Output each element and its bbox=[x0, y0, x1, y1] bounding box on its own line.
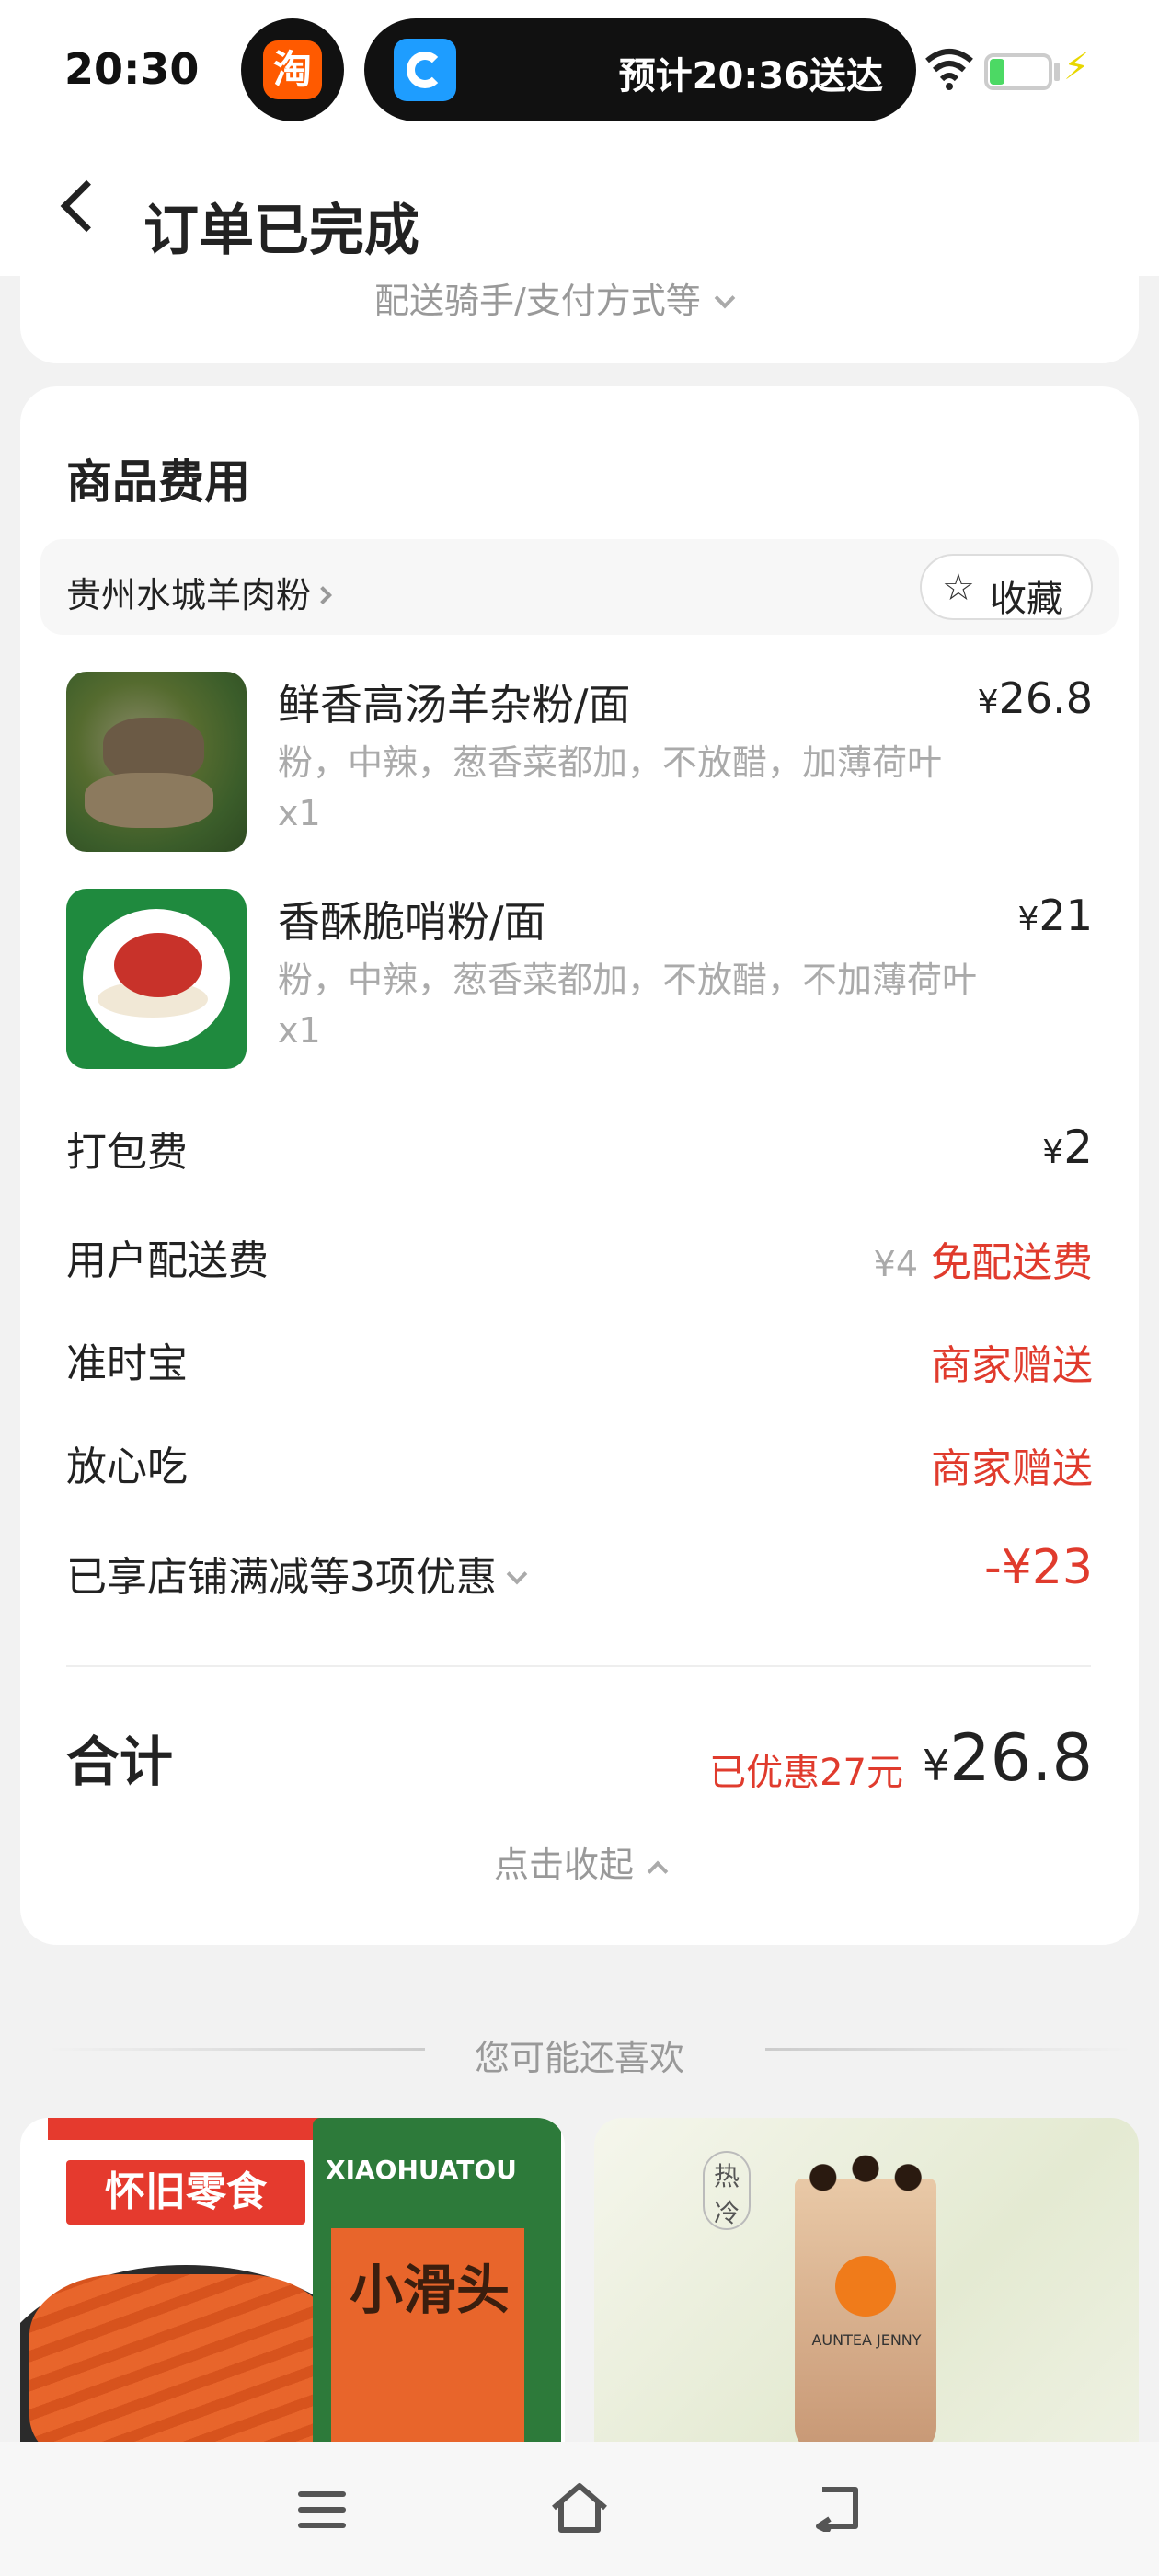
battery-icon bbox=[984, 53, 1052, 90]
safe-eat-label: 放心吃 bbox=[66, 1443, 188, 1490]
total-label: 合计 bbox=[66, 1731, 174, 1793]
home-icon[interactable] bbox=[550, 2480, 609, 2536]
chevron-right-icon bbox=[314, 586, 332, 604]
item-image[interactable] bbox=[66, 889, 247, 1069]
packing-fee-value: ¥2 bbox=[1042, 1121, 1093, 1174]
item-spec: 粉，中辣，葱香菜都加，不放醋，加薄荷叶 bbox=[278, 742, 943, 783]
page-header: 订单已完成 bbox=[0, 138, 1159, 276]
safe-eat-value: 商家赠送 bbox=[931, 1445, 1093, 1492]
collapse-label: 点击收起 bbox=[493, 1845, 634, 1885]
favorite-button[interactable]: ☆ 收藏 bbox=[920, 554, 1093, 620]
brand-label: AUNTEA JENNY bbox=[811, 2331, 922, 2349]
divider bbox=[66, 1665, 1091, 1667]
item-image[interactable] bbox=[66, 672, 247, 852]
snack-package-image: XIAOHUATOU 小滑头 bbox=[313, 2118, 561, 2449]
delivery-live-activity[interactable]: 预计20:36送达 bbox=[364, 18, 916, 121]
item-price: ¥26.8 bbox=[977, 673, 1093, 723]
battery-cap bbox=[1054, 63, 1060, 81]
taobao-icon: 淘 bbox=[263, 40, 322, 99]
goods-fee-card: 商品费用 贵州水城羊肉粉 ☆ 收藏 鲜香高汤羊杂粉/面 ¥26.8 粉，中辣，葱… bbox=[20, 386, 1139, 1945]
taobao-app-pill[interactable]: 淘 bbox=[241, 18, 344, 121]
total-value: ¥26.8 bbox=[922, 1720, 1093, 1796]
delivery-fee-value: ¥4 免配送费 bbox=[874, 1229, 1093, 1288]
expand-details-link[interactable]: 配送骑手/支付方式等 bbox=[374, 272, 736, 323]
packing-fee-label: 打包费 bbox=[66, 1129, 188, 1176]
delivery-eta-text: 预计20:36送达 bbox=[618, 55, 883, 98]
wifi-icon bbox=[925, 49, 973, 90]
collapse-button[interactable]: 点击收起 bbox=[20, 1836, 1139, 1887]
chevron-up-icon bbox=[647, 1860, 669, 1882]
back-arrow-icon[interactable] bbox=[60, 179, 113, 233]
recommend-title: 您可能还喜欢 bbox=[474, 2038, 684, 2078]
item-spec: 粉，中辣，葱香菜都加，不放醋，不加薄荷叶 bbox=[278, 960, 978, 1000]
item-qty: x1 bbox=[278, 1010, 321, 1051]
star-icon: ☆ bbox=[942, 567, 975, 609]
item-name: 香酥脆哨粉/面 bbox=[278, 897, 546, 947]
item-qty: x1 bbox=[278, 793, 321, 834]
recommend-card[interactable]: 热 冷 AUNTEA JENNY bbox=[594, 2118, 1139, 2449]
expand-details-label: 配送骑手/支付方式等 bbox=[374, 281, 701, 321]
delivery-fee-label: 用户配送费 bbox=[66, 1237, 269, 1284]
item-price: ¥21 bbox=[1017, 891, 1093, 940]
back-nav-icon[interactable] bbox=[809, 2484, 865, 2532]
item-name: 鲜香高汤羊杂粉/面 bbox=[278, 680, 631, 730]
eleme-icon bbox=[394, 39, 456, 101]
order-info-card: 配送骑手/支付方式等 bbox=[20, 276, 1139, 363]
delivery-fee-free: 免配送费 bbox=[931, 1239, 1093, 1286]
page-title: 订单已完成 bbox=[143, 199, 419, 263]
shop-row[interactable]: 贵州水城羊肉粉 ☆ 收藏 bbox=[40, 539, 1119, 635]
brand-logo bbox=[835, 2256, 896, 2317]
delivery-fee-original: ¥4 bbox=[873, 1244, 918, 1284]
chevron-down-icon bbox=[714, 287, 736, 309]
menu-icon[interactable] bbox=[298, 2491, 346, 2528]
charging-icon: ⚡ bbox=[1063, 46, 1090, 88]
section-title: 商品费用 bbox=[66, 455, 250, 509]
favorite-label: 收藏 bbox=[990, 578, 1063, 620]
ontime-label: 准时宝 bbox=[66, 1340, 188, 1387]
shop-name: 贵州水城羊肉粉 bbox=[66, 575, 312, 615]
recommend-card[interactable]: XIAOHUATOU 小滑头 怀旧零食 bbox=[20, 2118, 565, 2449]
chevron-down-icon bbox=[506, 1563, 528, 1585]
discount-toggle[interactable]: 已享店铺满减等3项优惠 bbox=[66, 1544, 528, 1603]
discount-label: 已享店铺满减等3项优惠 bbox=[66, 1554, 497, 1601]
snack-banner-text: 怀旧零食 bbox=[66, 2160, 305, 2225]
shop-name-link[interactable]: 贵州水城羊肉粉 bbox=[66, 567, 332, 617]
status-time: 20:30 bbox=[64, 44, 200, 94]
hot-cold-badge: 热 冷 bbox=[703, 2151, 751, 2230]
discount-value: -¥23 bbox=[983, 1540, 1093, 1595]
status-bar: 20:30 淘 预计20:36送达 ⚡ bbox=[0, 0, 1159, 138]
saved-amount: 已优惠27元 bbox=[709, 1752, 903, 1794]
system-nav-bar bbox=[0, 2442, 1159, 2576]
ontime-value: 商家赠送 bbox=[931, 1342, 1093, 1389]
